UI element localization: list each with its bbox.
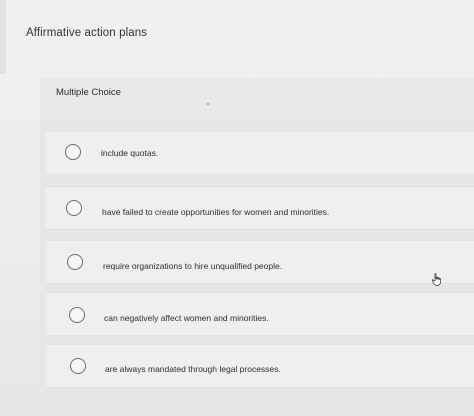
- hand-pointer-icon: [431, 273, 441, 286]
- answer-option-label: have failed to create opportunities for …: [102, 207, 330, 217]
- quiz-page: Affirmative action plans Multiple Choice…: [0, 0, 474, 416]
- answer-option-4[interactable]: can negatively affect women and minoriti…: [46, 292, 474, 336]
- answer-option-label: include quotas.: [101, 148, 159, 158]
- speck: [207, 103, 209, 105]
- answer-option-label: can negatively affect women and minoriti…: [104, 313, 269, 323]
- radio-circle-icon[interactable]: [66, 200, 82, 216]
- left-edge-shadow: [0, 0, 6, 74]
- radio-circle-icon[interactable]: [69, 307, 85, 323]
- answer-option-2[interactable]: have failed to create opportunities for …: [46, 186, 474, 230]
- question-text: Affirmative action plans: [26, 27, 148, 39]
- radio-circle-icon[interactable]: [65, 144, 81, 160]
- answer-panel-header: [40, 78, 474, 120]
- answer-option-label: are always mandated through legal proces…: [105, 364, 281, 374]
- answer-option-5[interactable]: are always mandated through legal proces…: [46, 344, 474, 388]
- radio-circle-icon[interactable]: [67, 254, 83, 270]
- radio-circle-icon[interactable]: [70, 358, 86, 374]
- answer-option-1[interactable]: include quotas.: [46, 131, 474, 175]
- answer-option-label: require organizations to hire unqualifie…: [103, 261, 283, 271]
- question-type-label: Multiple Choice: [56, 87, 121, 98]
- answer-option-3[interactable]: require organizations to hire unqualifie…: [46, 240, 474, 284]
